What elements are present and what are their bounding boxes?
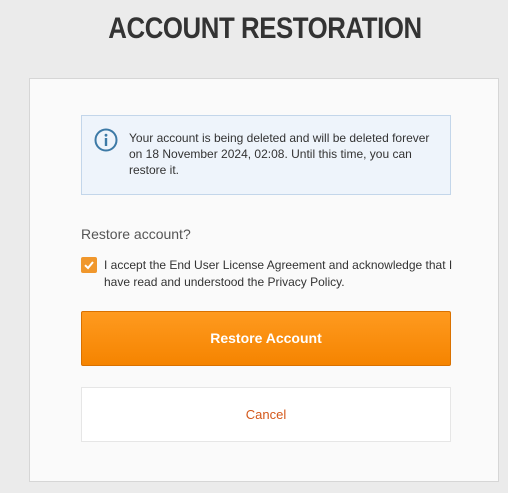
restoration-card: Your account is being deleted and will b… bbox=[29, 78, 499, 482]
consent-label: I accept the End User License Agreement … bbox=[104, 258, 453, 289]
info-notice: Your account is being deleted and will b… bbox=[81, 115, 451, 195]
info-icon bbox=[94, 128, 118, 152]
checkmark-icon bbox=[84, 261, 94, 270]
account-restoration-page: ACCOUNT RESTORATION Your account is bein… bbox=[0, 0, 508, 493]
info-message: Your account is being deleted and will b… bbox=[129, 131, 430, 177]
restore-account-button[interactable]: Restore Account bbox=[81, 311, 451, 366]
cancel-button[interactable]: Cancel bbox=[81, 387, 451, 442]
page-title: ACCOUNT RESTORATION bbox=[108, 12, 422, 45]
consent-checkbox[interactable] bbox=[81, 257, 97, 273]
restore-question: Restore account? bbox=[81, 226, 191, 242]
